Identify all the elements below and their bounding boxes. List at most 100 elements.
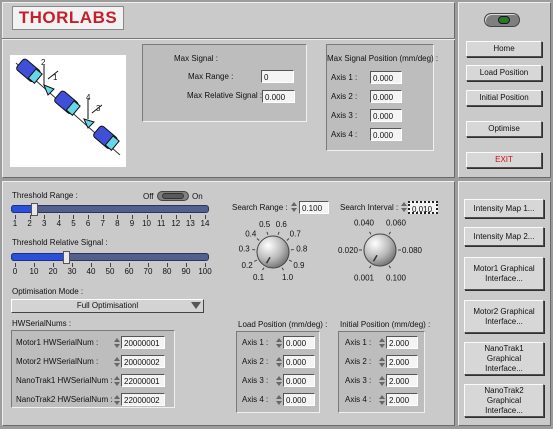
axis-value-field[interactable]: 0.000 bbox=[283, 355, 315, 368]
max-relative-label: Max Relative Signal : bbox=[187, 91, 263, 100]
motor1-interface-button[interactable]: Motor1 Graphical Interface... bbox=[464, 257, 544, 290]
dial-knob[interactable] bbox=[256, 235, 290, 269]
slider-tick-label: 4 bbox=[56, 219, 62, 228]
axis-label: Axis 3 : bbox=[345, 376, 372, 385]
spinner-arrows-icon bbox=[276, 338, 282, 348]
spinner-arrows-icon bbox=[379, 357, 385, 367]
value-spinner[interactable] bbox=[113, 374, 121, 388]
max-position-title: Max Signal Position (mm/deg) : bbox=[327, 54, 439, 63]
threshold-relative-fill bbox=[11, 253, 70, 261]
value-spinner[interactable] bbox=[113, 355, 121, 369]
value-spinner[interactable] bbox=[275, 355, 283, 369]
hwserial-field[interactable]: 22000001 bbox=[121, 374, 165, 387]
dial-knob[interactable] bbox=[363, 233, 397, 267]
logo: THORLABS bbox=[12, 6, 124, 30]
value-spinner[interactable] bbox=[113, 393, 121, 407]
max-relative-field: 0.000 bbox=[262, 90, 295, 103]
value-spinner[interactable] bbox=[113, 336, 121, 350]
dial-scale-label: 0.6 bbox=[276, 220, 288, 229]
axis-value-field[interactable]: 2.000 bbox=[386, 374, 418, 387]
intensity-map-2-button[interactable]: Intensity Map 2... bbox=[464, 227, 544, 246]
slider-tick-label: 7 bbox=[100, 219, 105, 228]
max-position-axis-field: 0.000 bbox=[370, 90, 402, 103]
nanotrak2-interface-button[interactable]: NanoTrak2 Graphical Interface... bbox=[464, 384, 544, 417]
axis-value-field[interactable]: 0.000 bbox=[283, 336, 315, 349]
dial-scale-label: 1.0 bbox=[282, 273, 294, 282]
slider-tick-label: 6 bbox=[85, 219, 91, 228]
status-led bbox=[484, 13, 520, 27]
optimise-button[interactable]: Optimise bbox=[466, 121, 542, 137]
max-position-axis-label: Axis 2 : bbox=[331, 92, 358, 101]
dial-tick bbox=[266, 231, 269, 235]
initial-position-button[interactable]: Initial Position bbox=[466, 90, 542, 106]
slider-tick-label: 70 bbox=[143, 267, 153, 276]
load-position-button[interactable]: Load Position bbox=[466, 65, 542, 81]
spinner-arrows-icon bbox=[114, 395, 120, 405]
axis-label: Axis 1 : bbox=[242, 338, 269, 347]
threshold-range-slider[interactable] bbox=[11, 205, 209, 213]
home-button[interactable]: Home bbox=[466, 41, 542, 57]
dial-tick bbox=[369, 231, 372, 235]
slider-tick-label: 50 bbox=[105, 267, 115, 276]
max-position-axis-label: Axis 3 : bbox=[331, 111, 358, 120]
exit-button[interactable]: EXIT bbox=[466, 152, 542, 168]
optimisation-mode-select[interactable]: Full Optimisationl bbox=[11, 299, 204, 313]
dial-tick bbox=[388, 231, 391, 235]
spinner-arrows-icon bbox=[291, 202, 297, 212]
axis-value-field[interactable]: 0.000 bbox=[283, 374, 315, 387]
axis-value-field[interactable]: 2.000 bbox=[386, 393, 418, 406]
optimisation-mode-label: Optimisation Mode : bbox=[12, 287, 84, 296]
hwserial-field[interactable]: 20000001 bbox=[121, 336, 165, 349]
axis-value-field[interactable]: 2.000 bbox=[386, 336, 418, 349]
axis-value-field[interactable]: 0.000 bbox=[283, 393, 315, 406]
dial-tick bbox=[277, 231, 280, 235]
spinner-arrows-icon bbox=[379, 338, 385, 348]
value-spinner[interactable] bbox=[275, 374, 283, 388]
dial-scale-label: 0.4 bbox=[245, 229, 257, 238]
hwserial-label: Motor1 HWSerialNum : bbox=[16, 338, 99, 347]
spinner-arrows-icon bbox=[276, 376, 282, 386]
threshold-relative-thumb[interactable] bbox=[63, 251, 71, 264]
dial-scale-label: 0.7 bbox=[290, 229, 302, 238]
slider-tick-label: 14 bbox=[200, 219, 210, 228]
diagram-axis-label: 2 bbox=[41, 58, 46, 67]
value-spinner[interactable] bbox=[378, 336, 386, 350]
max-position-axis-label: Axis 1 : bbox=[331, 73, 358, 82]
search-range-dial[interactable]: 0.1 0.2 0.3 0.40.5 0.60.7 0.8 0.9 1.0 bbox=[228, 214, 318, 284]
value-spinner[interactable] bbox=[275, 393, 283, 407]
slider-tick-label: 13 bbox=[185, 219, 195, 228]
search-range-field[interactable]: 0.100 bbox=[299, 201, 329, 214]
dial-tick bbox=[388, 265, 391, 269]
search-range-spinner[interactable] bbox=[290, 200, 298, 214]
value-spinner[interactable] bbox=[378, 374, 386, 388]
threshold-range-thumb[interactable] bbox=[31, 203, 38, 216]
stage-diagram: 1 2 3 4 bbox=[10, 55, 126, 167]
motor2-interface-button[interactable]: Motor2 Graphical Interface... bbox=[464, 300, 544, 333]
nanotrak1-interface-button[interactable]: NanoTrak1 Graphical Interface... bbox=[464, 342, 544, 375]
max-range-label: Max Range : bbox=[188, 72, 234, 81]
dial-tick bbox=[288, 259, 292, 262]
max-signal-title: Max Signal : bbox=[174, 54, 219, 63]
intensity-map-1-button[interactable]: Intensity Map 1... bbox=[464, 199, 544, 218]
value-spinner[interactable] bbox=[378, 355, 386, 369]
initial-position-title: Initial Position (mm/deg) : bbox=[340, 320, 431, 329]
axis-value-field[interactable]: 2.000 bbox=[386, 355, 418, 368]
axis-label: Axis 2 : bbox=[345, 357, 372, 366]
dial-scale-label: 0.9 bbox=[293, 261, 305, 270]
hwserial-field[interactable]: 22000002 bbox=[121, 393, 165, 406]
value-spinner[interactable] bbox=[378, 393, 386, 407]
dial-scale-label: 0.080 bbox=[402, 246, 423, 255]
hwserial-field[interactable]: 20000002 bbox=[121, 355, 165, 368]
slider-tick-label: 10 bbox=[29, 267, 39, 276]
axis-label: Axis 1 : bbox=[345, 338, 372, 347]
value-spinner[interactable] bbox=[275, 336, 283, 350]
dial-tick bbox=[286, 238, 290, 241]
dial-scale-label: 0.2 bbox=[242, 261, 254, 270]
search-interval-dial[interactable]: 0.001 0.020 0.040 0.060 0.080 0.100 bbox=[330, 212, 430, 284]
hwserial-label: Motor2 HWSerialNum : bbox=[16, 357, 99, 366]
spinner-arrows-icon bbox=[114, 376, 120, 386]
on-off-toggle[interactable] bbox=[157, 191, 189, 201]
diagram-axis-label: 4 bbox=[86, 93, 91, 102]
slider-tick-label: 11 bbox=[156, 219, 166, 228]
max-range-field: 0 bbox=[261, 70, 294, 83]
